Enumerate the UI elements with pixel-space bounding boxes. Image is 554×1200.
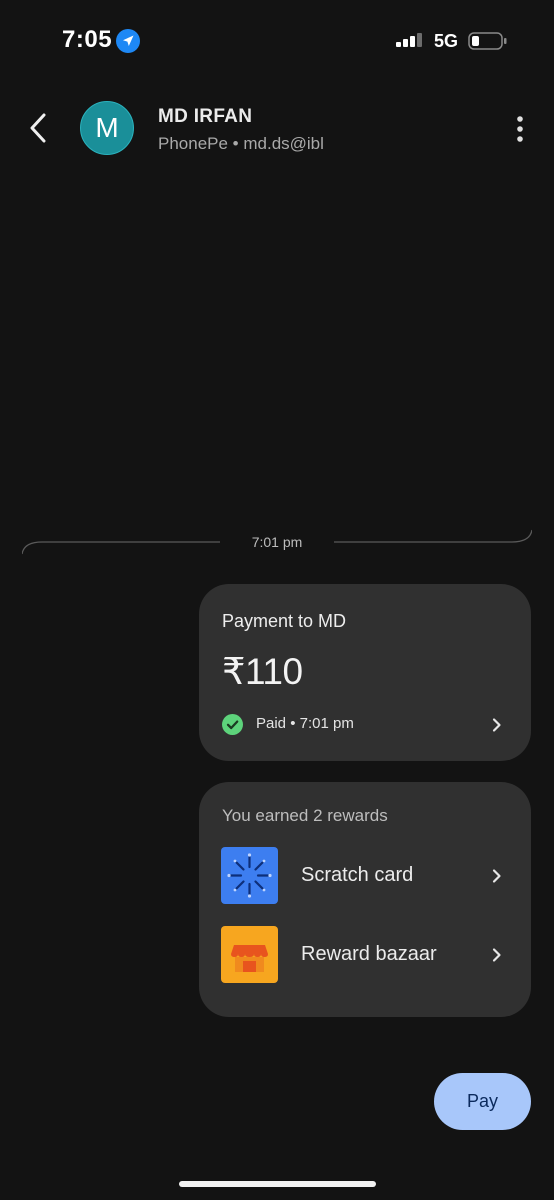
scratch-card-icon xyxy=(221,847,278,904)
payment-status: Paid • 7:01 pm xyxy=(256,715,354,732)
battery-icon xyxy=(468,31,508,51)
more-vert-icon[interactable] xyxy=(506,113,534,145)
contact-name: MD IRFAN xyxy=(158,106,253,127)
back-icon[interactable] xyxy=(24,110,54,146)
reward-label-scratch-card: Scratch card xyxy=(301,864,414,886)
chevron-right-icon[interactable] xyxy=(490,717,504,733)
contact-subtitle: PhonePe • md.ds@ibl xyxy=(158,134,324,153)
rewards-heading: You earned 2 rewards xyxy=(222,806,388,825)
storefront-icon xyxy=(221,926,278,983)
location-arrow-icon xyxy=(116,29,140,53)
chevron-right-icon[interactable] xyxy=(490,947,504,963)
divider-time: 7:01 pm xyxy=(251,534,303,550)
pay-button[interactable]: Pay xyxy=(434,1073,531,1130)
status-time: 7:05 xyxy=(62,26,113,53)
avatar[interactable]: M xyxy=(80,101,134,155)
signal-icon xyxy=(396,33,424,47)
payment-title: Payment to MD xyxy=(222,611,347,631)
check-circle-icon xyxy=(222,714,243,735)
chevron-right-icon[interactable] xyxy=(490,868,504,884)
reward-label-reward-bazaar: Reward bazaar xyxy=(301,943,437,965)
network-label: 5G xyxy=(434,31,459,51)
payment-amount: ₹110 xyxy=(222,651,303,692)
home-indicator[interactable] xyxy=(179,1181,376,1187)
